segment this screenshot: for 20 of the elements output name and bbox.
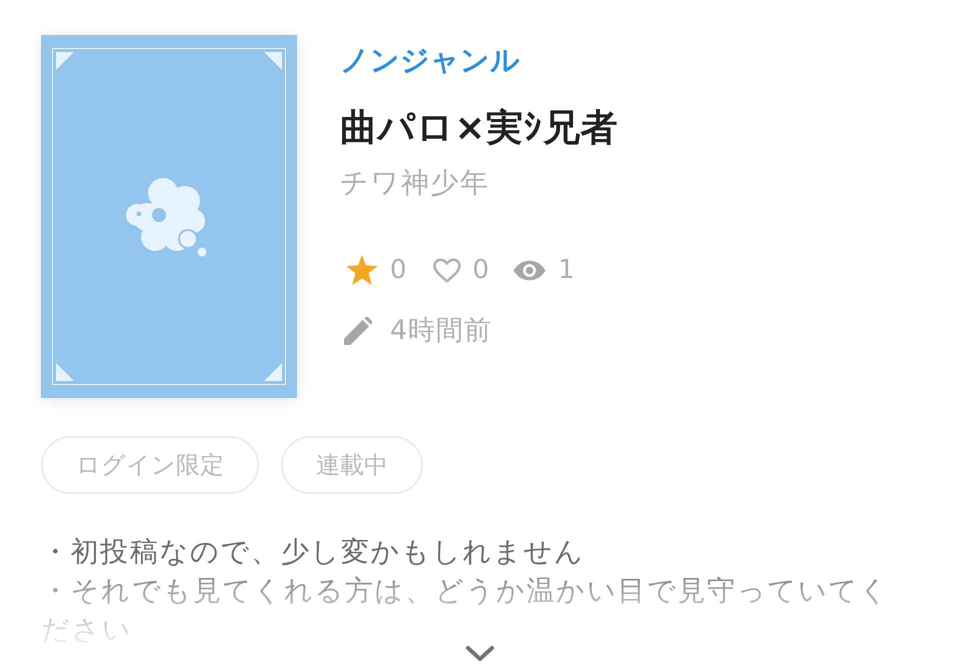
star-icon	[346, 255, 378, 285]
like-count: 0	[472, 254, 490, 287]
description-line: ・初投稿なので、少し変かもしれません	[41, 534, 586, 570]
corner-triangle-icon	[264, 52, 282, 70]
corner-triangle-icon	[56, 52, 74, 70]
work-title: 曲パロ×実ｼ兄者	[340, 106, 618, 150]
view-count: 1	[558, 254, 575, 287]
heart-icon	[432, 258, 461, 282]
pencil-icon	[344, 317, 372, 345]
thought-bubble-icon	[125, 177, 209, 257]
corner-triangle-icon	[264, 363, 282, 381]
favorite-count: 0	[390, 254, 407, 287]
eye-icon	[513, 260, 546, 280]
tag-chip[interactable]: 連載中	[281, 436, 423, 494]
updated-time: 4時間前	[390, 314, 492, 348]
corner-triangle-icon	[56, 363, 74, 381]
chevron-down-icon[interactable]	[465, 645, 495, 663]
genre-link[interactable]: ノンジャンル	[340, 40, 520, 80]
tag-chip[interactable]: ログイン限定	[41, 436, 259, 494]
author-link[interactable]: チワ神少年	[340, 165, 490, 201]
